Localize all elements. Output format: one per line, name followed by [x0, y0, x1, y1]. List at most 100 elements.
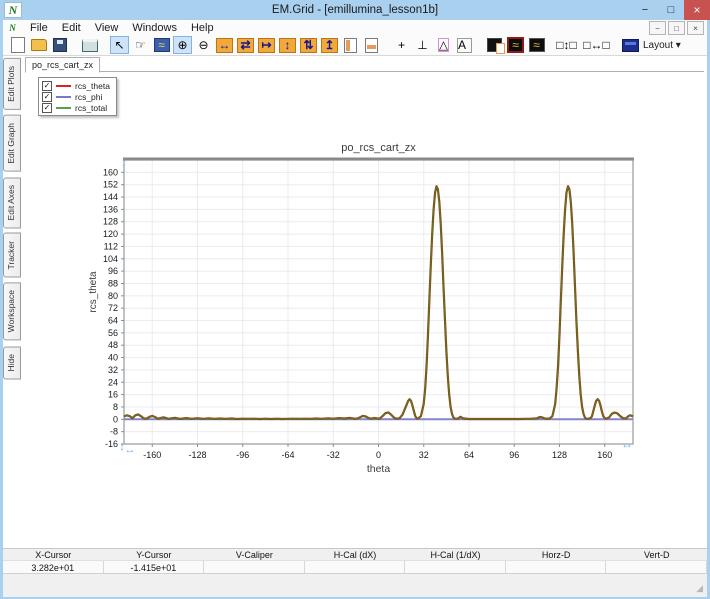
legend-entry-rcs_total: ✓ rcs_total — [42, 102, 110, 113]
y-tick-label: -16 — [105, 439, 118, 449]
plot-handle-bottom-right[interactable]: ↔ — [621, 437, 633, 451]
pan-hand-icon[interactable]: ☞ — [131, 36, 150, 54]
menu-windows[interactable]: Windows — [125, 20, 184, 35]
y-tick-label: 64 — [108, 316, 118, 326]
tab-strip-line — [25, 71, 704, 72]
y-tick-label: 0 — [113, 414, 118, 424]
align-vertical-icon[interactable]: □↕□ — [557, 36, 576, 54]
zoom-region-icon[interactable]: ≈ — [152, 36, 171, 54]
x-tick-label: -64 — [282, 450, 295, 460]
new-document-icon[interactable] — [8, 36, 27, 54]
plot-window-icon[interactable]: ≈ — [506, 36, 525, 54]
x-tick-label: -96 — [236, 450, 249, 460]
x-tick-label: 32 — [419, 450, 429, 460]
y-tick-label: 88 — [108, 278, 118, 288]
status-bar-values: 3.282e+01-1.415e+01 — [3, 560, 707, 574]
y-tick-label: 56 — [108, 328, 118, 338]
legend-label: rcs_total — [75, 103, 107, 113]
align-horizontal-icon[interactable]: □↔□ — [587, 36, 606, 54]
sidebar-tab-workspace[interactable]: Workspace — [3, 282, 21, 340]
x-axis-label: theta — [367, 463, 391, 475]
page-column-icon[interactable] — [341, 36, 360, 54]
sidebar-tab-edit-plots[interactable]: Edit Plots — [3, 58, 21, 110]
shrink-y-icon[interactable]: ⇅ — [299, 36, 318, 54]
y-tick-label: 160 — [103, 167, 118, 177]
select-arrow-icon[interactable]: ↖ — [110, 36, 129, 54]
legend-label: rcs_phi — [75, 92, 102, 102]
crosshair-icon[interactable]: + — [392, 36, 411, 54]
y-tick-label: 96 — [108, 266, 118, 276]
menu-edit[interactable]: Edit — [55, 20, 88, 35]
legend-checkbox-rcs_total[interactable]: ✓ — [42, 103, 52, 113]
minimize-button[interactable]: − — [632, 0, 658, 20]
sidebar-tab-edit-axes[interactable]: Edit Axes — [3, 177, 21, 228]
legend-checkbox-rcs_theta[interactable]: ✓ — [42, 81, 52, 91]
plot-legend[interactable]: ✓ rcs_theta ✓ rcs_phi ✓ rcs_total — [38, 77, 117, 116]
x-tick-label: 128 — [552, 450, 567, 460]
sidebar-tab-tracker[interactable]: Tracker — [3, 233, 21, 278]
emgrid-app-icon[interactable]: N — [6, 22, 19, 33]
x-tick-label: -32 — [327, 450, 340, 460]
expand-y-icon[interactable]: ↕ — [278, 36, 297, 54]
x-tick-label: -128 — [189, 450, 207, 460]
legend-checkbox-rcs_phi[interactable]: ✓ — [42, 92, 52, 102]
print-icon[interactable] — [80, 36, 99, 54]
y-tick-label: 24 — [108, 377, 118, 387]
toolbar: ↖☞≈⊕⊖↔⇄↦↕⇅↥+⊥△A≈≈□↕□□↔□Layout ▾ — [3, 35, 707, 56]
legend-line-sample — [56, 85, 71, 87]
y-tick-label: 48 — [108, 340, 118, 350]
menu-file[interactable]: File — [23, 20, 55, 35]
axes-icon[interactable]: ⊥ — [413, 36, 432, 54]
plot-thumbnail-icon[interactable]: ≈ — [527, 36, 546, 54]
menu-view[interactable]: View — [88, 20, 126, 35]
y-tick-label: 136 — [103, 204, 118, 214]
legend-line-sample — [56, 107, 71, 109]
legend-line-sample — [56, 96, 71, 98]
layout-menu[interactable]: Layout ▾ — [617, 36, 686, 54]
expand-x-icon[interactable]: ↔ — [215, 36, 234, 54]
title-bar[interactable]: N EM.Grid - [emillumina_lesson1b] − □ × — [0, 0, 710, 20]
fit-y-icon[interactable]: ↥ — [320, 36, 339, 54]
y-axis-label: rcs_theta — [88, 249, 99, 335]
window-title: EM.Grid - [emillumina_lesson1b] — [0, 4, 710, 16]
fit-x-icon[interactable]: ↦ — [257, 36, 276, 54]
angle-icon[interactable]: △ — [434, 36, 453, 54]
doc-tab-po-rcs-cart-zx[interactable]: po_rcs_cart_zx — [25, 57, 100, 73]
text-icon[interactable]: A — [455, 36, 474, 54]
save-icon[interactable] — [50, 36, 69, 54]
page-rows-icon[interactable] — [362, 36, 381, 54]
x-tick-label: 96 — [509, 450, 519, 460]
app-window: N EM.Grid - [emillumina_lesson1b] − □ × … — [0, 0, 710, 599]
mdi-minimize-button[interactable]: − — [649, 21, 666, 35]
resize-grip[interactable]: ◢ — [696, 583, 703, 594]
plot-handle-bottom-left-h[interactable]: ↔ — [125, 444, 136, 456]
y-tick-label: 16 — [108, 390, 118, 400]
sidebar-tab-hide[interactable]: Hide — [3, 346, 21, 379]
chart-plot-area[interactable]: -160-128-96-64-320326496128160-16-808162… — [85, 140, 670, 485]
copy-plot-icon[interactable] — [485, 36, 504, 54]
legend-entry-rcs_theta: ✓ rcs_theta — [42, 80, 110, 91]
close-button[interactable]: × — [684, 0, 710, 20]
y-tick-label: -8 — [110, 427, 118, 437]
maximize-button[interactable]: □ — [658, 0, 684, 20]
open-folder-icon[interactable] — [29, 36, 48, 54]
y-tick-label: 152 — [103, 180, 118, 190]
zoom-in-icon[interactable]: ⊕ — [173, 36, 192, 54]
shrink-x-icon[interactable]: ⇄ — [236, 36, 255, 54]
mdi-close-button[interactable]: × — [687, 21, 704, 35]
y-tick-label: 8 — [113, 402, 118, 412]
legend-label: rcs_theta — [75, 81, 110, 91]
window-bottom-frame: ◢ — [3, 573, 707, 597]
y-tick-label: 40 — [108, 353, 118, 363]
menu-help[interactable]: Help — [184, 20, 221, 35]
x-tick-label: 64 — [464, 450, 474, 460]
mdi-restore-button[interactable]: □ — [668, 21, 685, 35]
y-tick-label: 120 — [103, 229, 118, 239]
plot-handle-top-left[interactable]: ↕ — [121, 155, 127, 169]
y-tick-label: 128 — [103, 217, 118, 227]
menu-bar: N FileEditViewWindowsHelp − □ × — [3, 20, 707, 36]
sidebar-tab-edit-graph[interactable]: Edit Graph — [3, 115, 21, 172]
y-tick-label: 104 — [103, 254, 118, 264]
layout-icon — [622, 39, 639, 52]
zoom-out-icon[interactable]: ⊖ — [194, 36, 213, 54]
